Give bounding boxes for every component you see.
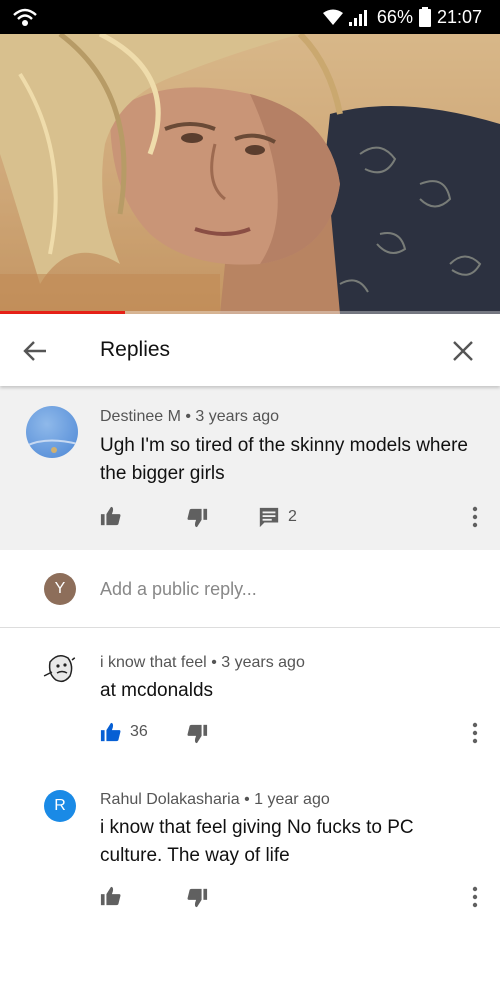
dislike-button[interactable] (186, 723, 208, 745)
avatar: Y (44, 573, 76, 605)
reply-input[interactable]: Add a public reply... (100, 579, 257, 600)
battery-icon (418, 7, 431, 27)
comment-age: 3 years ago (221, 654, 305, 671)
hotspot-icon (12, 6, 38, 28)
like-button[interactable] (100, 885, 122, 907)
comment-author[interactable]: i know that feel (100, 654, 207, 671)
more-vert-icon[interactable] (470, 886, 480, 908)
signal-icon (348, 8, 371, 26)
clock: 21:07 (436, 6, 482, 27)
video-frame (0, 34, 500, 314)
comment-meta: Rahul Dolakasharia • 1 year ago (100, 791, 330, 809)
replies-count-button[interactable]: 2 (258, 506, 297, 528)
dislike-button[interactable] (186, 887, 208, 909)
reply-input-row[interactable]: Y Add a public reply... (0, 550, 500, 628)
comment-text: at mcdonalds (100, 680, 214, 701)
replies-header: Replies (0, 314, 500, 386)
avatar[interactable] (42, 650, 78, 686)
like-button[interactable]: 36 (100, 721, 148, 743)
comment-age: 3 years ago (195, 408, 280, 425)
comment-text: i know that feel giving No fucks to PC c… (100, 817, 414, 866)
arrow-left-icon[interactable] (20, 336, 50, 366)
comment-age: 1 year ago (254, 791, 330, 808)
comment-icon (259, 507, 279, 528)
more-vert-icon[interactable] (470, 722, 480, 744)
comment-meta: i know that feel • 3 years ago (100, 654, 305, 672)
thumbs-down-icon (187, 888, 208, 908)
comment-text: Ugh I'm so tired of the skinny models wh… (100, 435, 468, 484)
status-bar: 66% 21:07 (0, 0, 500, 34)
reply-count: 2 (288, 508, 297, 525)
comment-author[interactable]: Destinee M (100, 408, 181, 425)
like-button[interactable] (100, 505, 122, 527)
comment-author[interactable]: Rahul Dolakasharia (100, 791, 240, 808)
page-title: Replies (100, 338, 171, 361)
wifi-icon (322, 9, 343, 25)
status-icons: 66% 21:07 (322, 6, 482, 28)
video-player[interactable] (0, 34, 500, 314)
avatar[interactable] (26, 406, 78, 458)
thumbs-down-icon (187, 508, 208, 528)
comment-meta: Destinee M • 3 years ago (100, 408, 279, 426)
dislike-button[interactable] (186, 507, 208, 529)
parent-comment: Destinee M • 3 years ago Ugh I'm so tire… (0, 386, 500, 550)
thumbs-up-icon (100, 886, 121, 906)
meta-separator: • (211, 654, 222, 671)
thumbs-up-icon (100, 506, 121, 526)
more-vert-icon[interactable] (470, 506, 480, 528)
meta-separator: • (185, 408, 196, 425)
close-icon[interactable] (448, 336, 478, 366)
meta-separator: • (244, 791, 255, 808)
avatar[interactable]: R (44, 790, 76, 822)
battery-percent: 66% (376, 6, 413, 27)
thumbs-down-icon (187, 724, 208, 744)
thumbs-up-icon (100, 722, 121, 742)
like-count: 36 (130, 723, 148, 740)
